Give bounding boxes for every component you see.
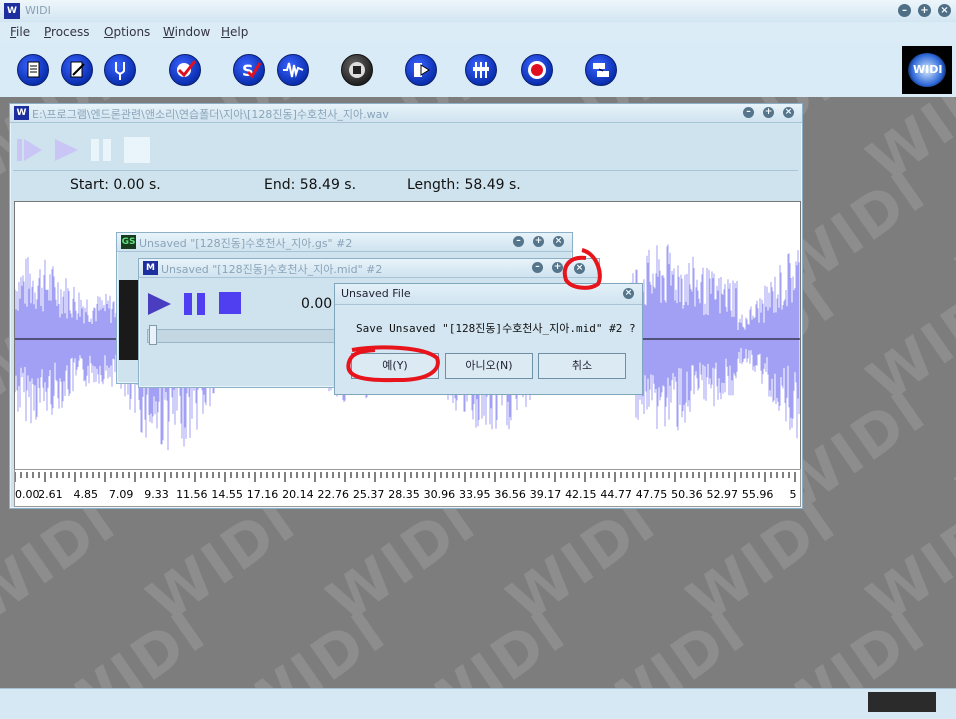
- ruler-label: 42.15: [565, 488, 597, 501]
- app-logo-icon: W: [4, 3, 20, 19]
- start-label: Start: 0.00 s.: [70, 177, 161, 193]
- watermark-text: WIDI: [945, 596, 956, 688]
- menu-process[interactable]: Process: [44, 25, 90, 39]
- ruler-label: 9.33: [144, 488, 169, 501]
- s-check-icon[interactable]: S: [233, 54, 265, 86]
- dialog-message: Save Unsaved "[128진동]수호천사_지아.mid" #2 ?: [356, 322, 636, 335]
- mid-window-title: Unsaved "[128진동]수호천사_지아.mid" #2: [161, 263, 383, 276]
- gs-icon: GS: [121, 235, 136, 249]
- end-label: End: 58.49 s.: [264, 177, 357, 193]
- status-indicator: [868, 692, 936, 712]
- ruler-label: 28.35: [388, 488, 420, 501]
- ruler-label: 7.09: [109, 488, 134, 501]
- tuning-fork-icon[interactable]: [104, 54, 136, 86]
- app-title: WIDI: [25, 4, 51, 17]
- ruler-label: 5: [790, 488, 797, 501]
- cancel-label: 취소: [571, 359, 593, 372]
- maximize-button[interactable]: +: [918, 4, 931, 17]
- toolbar: S WIDI: [0, 42, 956, 98]
- ruler-label: 11.56: [176, 488, 208, 501]
- wave-window-title-bar[interactable]: W E:\프로그램\엔드론관련\앤소리\연습폴더\지아\[128진동]수호천사_…: [10, 104, 802, 123]
- menu-bar: File Process Options Window Help: [0, 22, 956, 42]
- mid-minimize-button[interactable]: –: [532, 262, 543, 273]
- mid-time: 0.00: [301, 296, 333, 312]
- mid-maximize-button[interactable]: +: [552, 262, 563, 273]
- mid-stop-button[interactable]: [219, 292, 241, 314]
- mid-position-slider[interactable]: [147, 329, 339, 343]
- menu-window[interactable]: Window: [163, 25, 210, 39]
- play-selection-button[interactable]: [15, 137, 45, 163]
- new-document-icon[interactable]: [17, 54, 49, 86]
- mid-play-button[interactable]: [145, 291, 173, 317]
- app-title-bar: W WIDI – + ×: [0, 0, 956, 23]
- ruler-label: 17.16: [247, 488, 279, 501]
- ruler-label: 25.37: [353, 488, 385, 501]
- unsaved-file-dialog: Unsaved File × Save Unsaved "[128진동]수호천사…: [334, 283, 643, 395]
- ruler-label: 2.61: [38, 488, 63, 501]
- logo-text: WIDI: [913, 63, 943, 76]
- gs-window-title: Unsaved "[128진동]수호천사_지아.gs" #2: [139, 237, 353, 250]
- wave-maximize-button[interactable]: +: [763, 107, 774, 118]
- dialog-title-bar[interactable]: Unsaved File ×: [335, 284, 642, 305]
- ruler-label: 39.17: [530, 488, 562, 501]
- status-bar: [0, 688, 956, 719]
- menu-help[interactable]: Help: [221, 25, 248, 39]
- cancel-button[interactable]: 취소: [538, 353, 626, 379]
- yes-button[interactable]: 예(Y): [351, 353, 439, 379]
- stop-button[interactable]: [124, 137, 150, 163]
- mid-pause-button[interactable]: [183, 291, 209, 317]
- wave-window-icon: W: [14, 106, 29, 120]
- ruler-label: 36.56: [494, 488, 526, 501]
- yes-label: 예(Y): [382, 359, 408, 372]
- widi-logo: WIDI: [902, 46, 952, 94]
- ruler-label: 20.14: [282, 488, 314, 501]
- pause-button[interactable]: [89, 137, 115, 163]
- mixer-icon[interactable]: [465, 54, 497, 86]
- gs-minimize-button[interactable]: –: [513, 236, 524, 247]
- watermark-text: WIDI: [945, 156, 956, 306]
- ruler-label: 55.96: [742, 488, 774, 501]
- menu-options[interactable]: Options: [104, 25, 150, 39]
- wave-window-title: E:\프로그램\엔드론관련\앤소리\연습폴더\지아\[128진동]수호천사_지아…: [32, 108, 389, 121]
- export-icon[interactable]: [405, 54, 437, 86]
- ruler-label: 50.36: [671, 488, 703, 501]
- edit-document-icon[interactable]: [61, 54, 93, 86]
- gs-window-title-bar[interactable]: GS Unsaved "[128진동]수호천사_지아.gs" #2 – + ×: [117, 233, 572, 252]
- length-label: Length: 58.49 s.: [407, 177, 521, 193]
- minimize-button[interactable]: –: [898, 4, 911, 17]
- ruler-label: 44.77: [600, 488, 632, 501]
- ruler-label: 33.95: [459, 488, 491, 501]
- no-button[interactable]: 아니오(N): [445, 353, 533, 379]
- ruler-label: 14.55: [211, 488, 243, 501]
- dialog-close-button[interactable]: ×: [623, 288, 634, 299]
- mid-window-icon: M: [143, 261, 158, 275]
- ruler-label: 47.75: [636, 488, 668, 501]
- ruler-ticks: 0.002.61 4.85 7.09 9.33 11.56 14.55 17.16 20.14…: [15, 472, 797, 501]
- ruler-label: 52.97: [707, 488, 739, 501]
- dialog-title: Unsaved File: [341, 287, 411, 300]
- wave-close-button[interactable]: ×: [783, 107, 794, 118]
- mid-close-button[interactable]: ×: [574, 263, 585, 274]
- watermark-text: WIDI: [945, 376, 956, 526]
- no-label: 아니오(N): [465, 359, 513, 372]
- convert-icon[interactable]: [585, 54, 617, 86]
- gs-maximize-button[interactable]: +: [533, 236, 544, 247]
- ruler-label: 0.00: [15, 488, 40, 501]
- wave-minimize-button[interactable]: –: [743, 107, 754, 118]
- play-button[interactable]: [52, 137, 80, 163]
- gs-close-button[interactable]: ×: [553, 236, 564, 247]
- time-ruler: 0.00 2.61 4.85 7.09 9.33 11.56 14.55 17.16 20.14…: [14, 469, 801, 507]
- waveform-icon[interactable]: [277, 54, 309, 86]
- check-disc-icon[interactable]: [169, 54, 201, 86]
- record-icon[interactable]: [521, 54, 553, 86]
- ruler-label: 30.96: [424, 488, 456, 501]
- ruler-label: 4.85: [73, 488, 98, 501]
- mid-slider-thumb[interactable]: [149, 325, 157, 345]
- gs-meter-panel: [119, 280, 139, 360]
- menu-file[interactable]: File: [10, 25, 30, 39]
- close-button[interactable]: ×: [938, 4, 951, 17]
- stop-circle-icon[interactable]: [341, 54, 373, 86]
- mid-window-title-bar[interactable]: M Unsaved "[128진동]수호천사_지아.mid" #2 – + ×: [139, 259, 599, 278]
- ruler-label: 22.76: [318, 488, 350, 501]
